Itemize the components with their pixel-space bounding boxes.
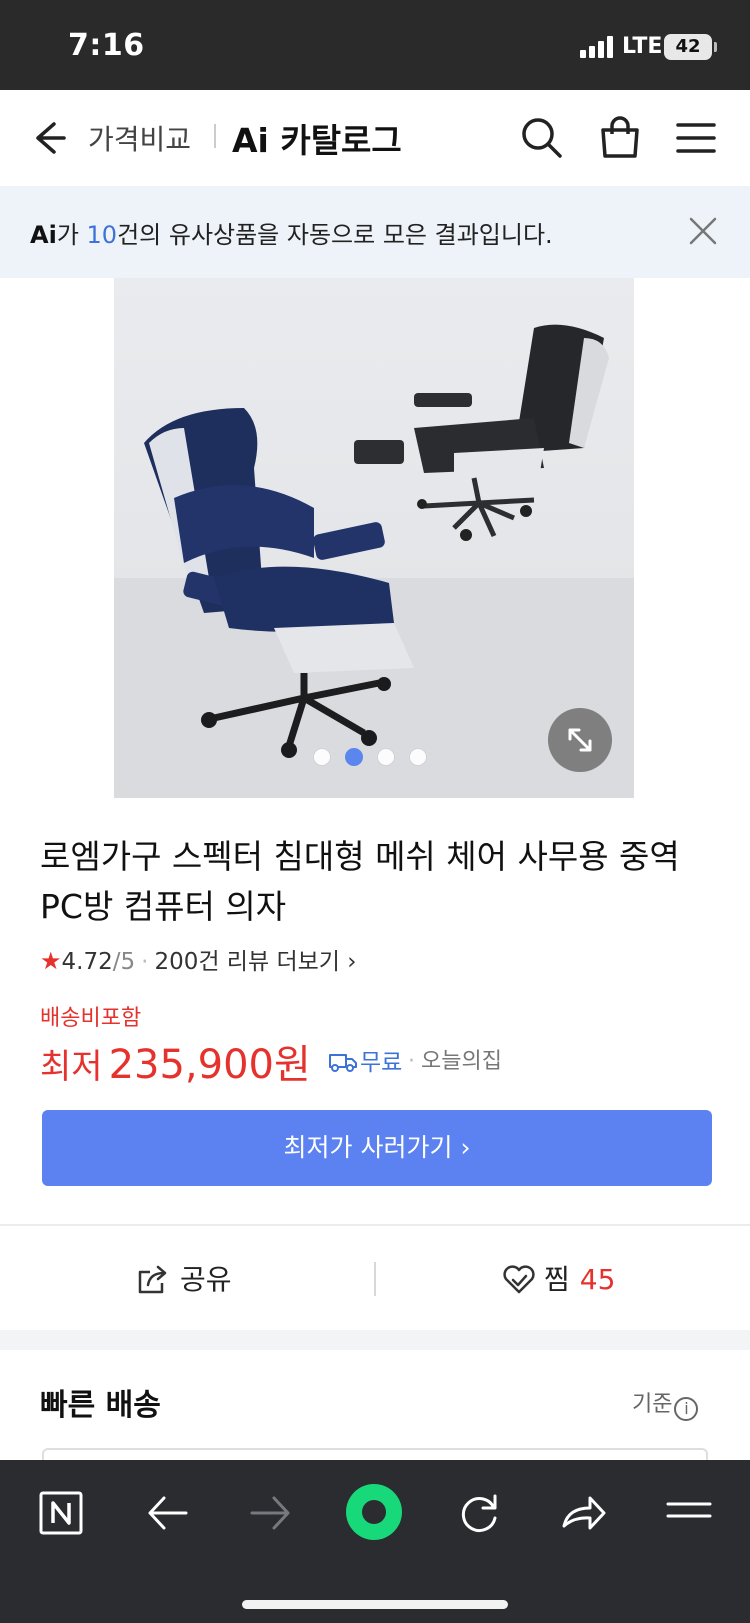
review-link[interactable]: 200건 리뷰 더보기 [154,949,339,975]
network-label: LTE [622,34,663,59]
share-icon[interactable] [556,1486,610,1540]
info-icon: i [674,1397,699,1421]
expand-image-button[interactable] [548,708,612,772]
home-indicator[interactable] [242,1600,508,1609]
buy-lowest-price-button[interactable]: 최저가 사러가기 › [42,1110,712,1186]
ai-label: Ai [30,221,57,249]
price-value: 235,900원 [108,1042,311,1088]
free-shipping-label: 무료 [360,1050,403,1076]
close-icon[interactable] [686,214,720,248]
standard-info[interactable]: 기준 i [632,1386,699,1421]
black-chair [354,324,609,541]
carousel-dot[interactable] [409,748,427,766]
shopping-bag-icon[interactable] [594,112,646,164]
action-row: 공유 찜 45 [0,1226,750,1330]
forward-arrow-icon[interactable] [244,1486,298,1540]
banner-suffix: 건의 유사상품을 자동으로 모은 결과입니다. [117,221,553,249]
share-label: 공유 [180,1263,232,1296]
similar-count: 10 [86,221,118,249]
like-button[interactable]: 찜 45 [502,1258,615,1298]
dot-separator: · [141,949,149,975]
rating-max: /5 [112,949,136,975]
menu-icon[interactable] [662,1486,716,1540]
menu-icon[interactable] [670,112,722,164]
star-icon: ★ [40,947,62,975]
naver-n-icon[interactable] [34,1486,88,1540]
signal-icon [580,34,616,58]
share-button[interactable]: 공유 [136,1258,232,1298]
seller-name: 오늘의집 [421,1049,502,1074]
app-header: 가격비교 Ai 카탈로그 [0,90,750,186]
status-bar: 7:16 LTE 42 [0,0,750,90]
rating-value: 4.72 [61,949,113,975]
carousel-dot[interactable] [345,748,363,766]
standard-label: 기준 [632,1392,673,1417]
like-count: 45 [579,1263,616,1296]
truck-icon [329,1054,357,1072]
seller-row: · 오늘의집 [408,1043,502,1075]
divider [374,1262,376,1296]
status-time: 7:16 [68,28,145,63]
breadcrumb[interactable]: 가격비교 [88,118,191,158]
heart-icon [503,1265,535,1294]
carousel-dot[interactable] [313,748,331,766]
free-shipping: 무료 [328,1043,403,1076]
share-icon [138,1265,167,1294]
refresh-icon[interactable] [452,1486,506,1540]
rating-row: ★4.72/5 · 200건 리뷰 더보기 › [40,942,356,976]
chevron-right-icon: › [339,949,357,975]
breadcrumb-separator [214,124,216,148]
price-row: 최저 235,900원 [40,1032,311,1088]
back-arrow-icon[interactable] [140,1486,194,1540]
banner-prefix: 가 [56,221,87,249]
browser-toolbar [0,1460,750,1623]
battery-icon: 42 [664,34,717,60]
carousel-dot[interactable] [377,748,395,766]
page-title: Ai 카탈로그 [232,121,402,160]
image-carousel-dots [313,748,453,770]
like-label: 찜 [544,1263,570,1296]
back-arrow-icon[interactable] [24,114,72,162]
ai-info-banner: Ai가 10건의 유사상품을 자동으로 모은 결과입니다. [0,186,750,278]
section-gap [0,1330,750,1350]
product-title: 로엠가구 스펙터 침대형 메쉬 체어 사무용 중역 PC방 컴퓨터 의자 [40,837,680,926]
green-dot-icon[interactable] [344,1482,404,1542]
fast-shipping-title: 빠른 배송 [40,1388,161,1423]
price-label: 최저 [40,1047,103,1087]
search-icon[interactable] [516,112,568,164]
expand-icon [568,728,592,752]
dot-separator: · [408,1049,415,1074]
banner-text: Ai가 10건의 유사상품을 자동으로 모은 결과입니다. [30,215,553,250]
shipping-included-label: 배송비포함 [40,1006,142,1031]
